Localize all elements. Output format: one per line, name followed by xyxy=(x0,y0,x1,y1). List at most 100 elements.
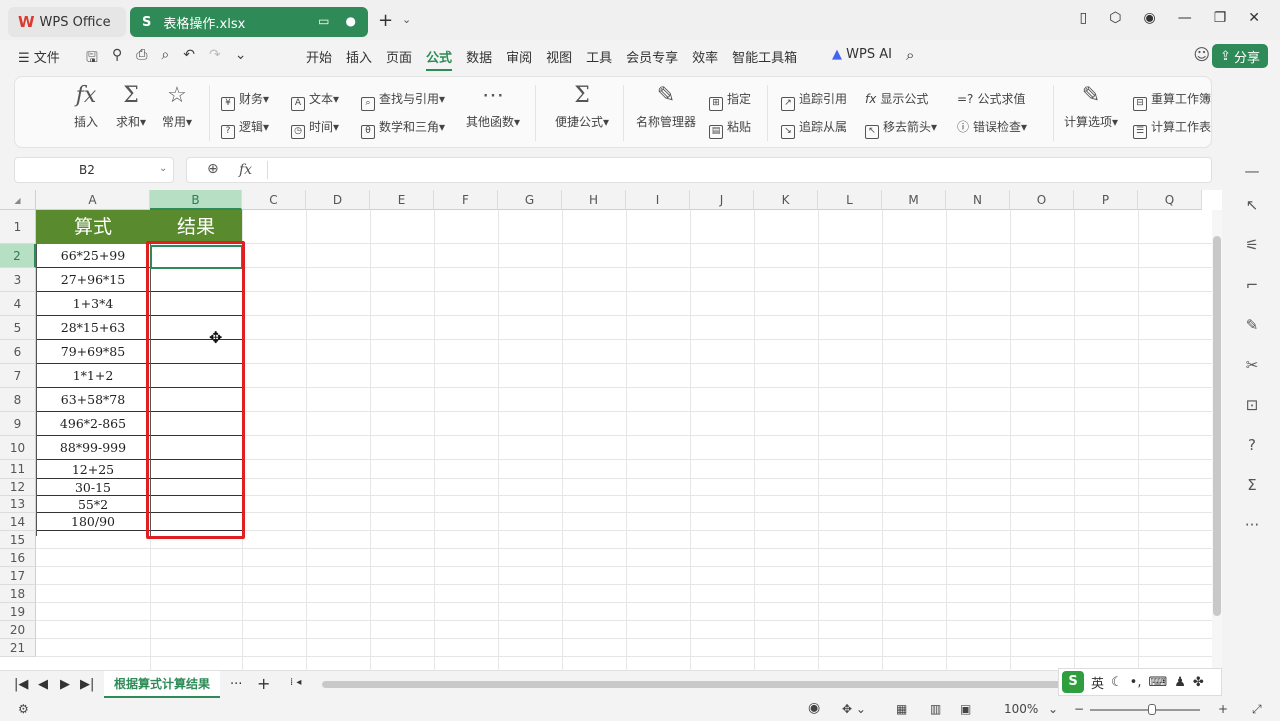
column-header-h[interactable]: H xyxy=(562,190,626,210)
calc-sheet-button[interactable]: ☰ 计算工作表 xyxy=(1133,118,1211,139)
row-header-19[interactable]: 19 xyxy=(0,603,36,621)
autosum-button[interactable]: Σ 求和▾ xyxy=(111,83,151,130)
expression-cell[interactable]: 88*99-999 xyxy=(36,436,150,460)
sheet-tab[interactable]: 根据算式计算结果 xyxy=(104,671,220,698)
formula-sidebar-icon[interactable]: Σ xyxy=(1230,476,1274,494)
chevron-down-icon[interactable]: ⌄ xyxy=(159,163,167,174)
chat-icon[interactable]: ☺ xyxy=(1193,45,1210,64)
row-header-4[interactable]: 4 xyxy=(0,292,36,316)
column-header-i[interactable]: I xyxy=(626,190,690,210)
splitter-icon[interactable]: ⁞ ◂ xyxy=(290,677,301,688)
row-header-7[interactable]: 7 xyxy=(0,364,36,388)
row-header-6[interactable]: 6 xyxy=(0,340,36,364)
tab-home[interactable]: 开始 xyxy=(306,47,332,71)
tab-formulas[interactable]: 公式 xyxy=(426,47,453,71)
wps-home-tab[interactable]: W WPS Office xyxy=(8,7,126,37)
more-sheets-button[interactable]: ··· xyxy=(230,677,242,692)
expression-cell[interactable]: 1*1+2 xyxy=(36,364,150,388)
more-icon[interactable]: ··· xyxy=(1230,516,1274,534)
finance-button[interactable]: ¥ 财务▾ xyxy=(221,90,269,111)
row-header-17[interactable]: 17 xyxy=(0,567,36,585)
row-header-10[interactable]: 10 xyxy=(0,436,36,460)
file-tab[interactable]: S 表格操作.xlsx ▭ ● xyxy=(130,7,368,37)
error-check-button[interactable]: ⓘ 错误检查▾ xyxy=(957,118,1027,135)
column-header-c[interactable]: C xyxy=(242,190,306,210)
wps-ai-button[interactable]: ▲ WPS AI xyxy=(832,47,892,62)
insert-function-button[interactable]: fx 插入 xyxy=(69,83,103,130)
undo-icon[interactable]: ↶ xyxy=(183,47,195,71)
tools-icon[interactable]: ✂ xyxy=(1230,356,1274,374)
normal-view-icon[interactable]: ▦ xyxy=(896,702,907,716)
column-header-o[interactable]: O xyxy=(1010,190,1074,210)
zoom-in-icon[interactable]: + xyxy=(1218,702,1228,716)
row-header-20[interactable]: 20 xyxy=(0,621,36,639)
user-icon[interactable]: ♟ xyxy=(1174,675,1186,690)
redo-icon[interactable]: ↷ xyxy=(209,47,221,71)
row-header-12[interactable]: 12 xyxy=(0,479,36,496)
trace-dependents-button[interactable]: ↘ 追踪从属 xyxy=(781,118,847,139)
select-all-corner[interactable]: ◢ xyxy=(0,190,36,210)
row-header-2[interactable]: 2 xyxy=(0,244,36,268)
expression-cell[interactable]: 63+58*78 xyxy=(36,388,150,412)
expression-cell[interactable]: 12+25 xyxy=(36,460,150,479)
expression-cell[interactable]: 66*25+99 xyxy=(36,244,150,268)
select-pointer-icon[interactable]: ↖ xyxy=(1230,196,1274,214)
file-menu[interactable]: ☰ 文件 xyxy=(18,47,60,66)
row-header-16[interactable]: 16 xyxy=(0,549,36,567)
row-header-3[interactable]: 3 xyxy=(0,268,36,292)
name-manager-button[interactable]: ✎ 名称管理器 xyxy=(633,83,699,130)
calc-options-button[interactable]: ✎ 计算选项▾ xyxy=(1061,83,1121,130)
comment-icon[interactable]: ⌐ xyxy=(1230,276,1274,294)
keyboard-icon[interactable]: ⌨ xyxy=(1148,675,1167,690)
assign-button[interactable]: ⊞ 指定 xyxy=(709,90,751,111)
eye-icon[interactable]: ◉ xyxy=(808,700,820,716)
search-icon[interactable]: ⌕ xyxy=(906,46,914,64)
column-header-b[interactable]: B xyxy=(150,190,242,210)
tab-tools[interactable]: 工具 xyxy=(586,47,612,71)
collapse-icon[interactable]: — xyxy=(1230,162,1274,180)
header-cell-result[interactable]: 结果 xyxy=(150,210,242,244)
other-functions-button[interactable]: ⋯ 其他函数▾ xyxy=(461,83,525,130)
new-tab-button[interactable]: + xyxy=(378,10,393,31)
evaluate-formula-button[interactable]: =? 公式求值 xyxy=(957,90,1025,107)
share-button[interactable]: ⇪ 分享 xyxy=(1212,44,1268,68)
row-header-15[interactable]: 15 xyxy=(0,531,36,549)
next-sheet-icon[interactable]: ▶ xyxy=(60,677,70,692)
page-layout-icon[interactable]: ▥ xyxy=(930,702,941,716)
row-header-21[interactable]: 21 xyxy=(0,639,36,657)
column-header-d[interactable]: D xyxy=(306,190,370,210)
print-preview-icon[interactable]: ⌕ xyxy=(161,47,169,71)
lookup-button[interactable]: ⌕ 查找与引用▾ xyxy=(361,90,445,111)
apps-icon[interactable]: ✤ xyxy=(1193,675,1204,690)
logic-button[interactable]: ? 逻辑▾ xyxy=(221,118,269,139)
row-header-11[interactable]: 11 xyxy=(0,460,36,479)
minimize-icon[interactable]: — xyxy=(1178,10,1192,26)
chevron-down-icon[interactable]: ⌄ xyxy=(1048,702,1058,716)
chevron-down-icon[interactable]: ⌄ xyxy=(402,13,411,26)
expression-cell[interactable]: 55*2 xyxy=(36,496,150,513)
formula-bar[interactable]: ⊕ fx xyxy=(186,157,1212,183)
row-header-5[interactable]: 5 xyxy=(0,316,36,340)
avatar[interactable]: ◉ xyxy=(1143,10,1155,26)
punctuation-icon[interactable]: •, xyxy=(1130,675,1142,690)
macro-icon[interactable]: ⚙ xyxy=(18,702,29,716)
expression-cell[interactable]: 27+96*15 xyxy=(36,268,150,292)
column-header-m[interactable]: M xyxy=(882,190,946,210)
expression-cell[interactable]: 79+69*85 xyxy=(36,340,150,364)
fit-screen-icon[interactable]: ⤢ xyxy=(1252,702,1262,717)
paste-names-button[interactable]: ▤ 粘贴 xyxy=(709,118,751,139)
zoom-out-icon[interactable]: − xyxy=(1074,702,1084,716)
column-header-e[interactable]: E xyxy=(370,190,434,210)
restore-icon[interactable]: ❐ xyxy=(1214,10,1227,26)
row-header-18[interactable]: 18 xyxy=(0,585,36,603)
add-sheet-button[interactable]: + xyxy=(257,674,270,693)
column-header-g[interactable]: G xyxy=(498,190,562,210)
row-header-1[interactable]: 1 xyxy=(0,210,36,244)
column-header-p[interactable]: P xyxy=(1074,190,1138,210)
cross-highlight-icon[interactable]: ✥ ⌄ xyxy=(842,702,866,716)
vertical-scrollbar[interactable] xyxy=(1212,210,1222,670)
page-break-icon[interactable]: ▣ xyxy=(960,702,971,716)
text-button[interactable]: A 文本▾ xyxy=(291,90,339,111)
row-header-13[interactable]: 13 xyxy=(0,496,36,513)
row-header-9[interactable]: 9 xyxy=(0,412,36,436)
